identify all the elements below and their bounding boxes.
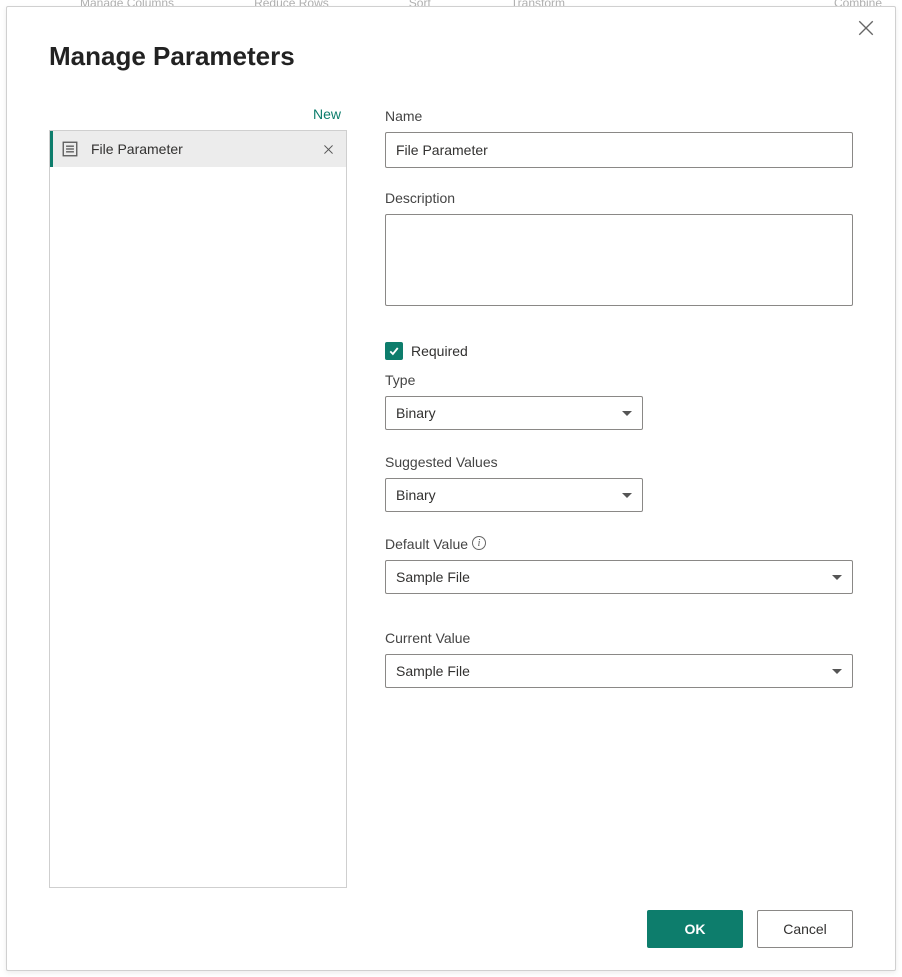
required-checkbox[interactable] xyxy=(385,342,403,360)
chevron-down-icon xyxy=(622,411,632,416)
ok-button[interactable]: OK xyxy=(647,910,743,948)
name-input[interactable] xyxy=(385,132,853,168)
dialog-title: Manage Parameters xyxy=(49,41,895,72)
dialog-footer: OK Cancel xyxy=(7,888,895,970)
parameter-list-pane: New File Parameter xyxy=(49,106,347,888)
cancel-button[interactable]: Cancel xyxy=(757,910,853,948)
chevron-down-icon xyxy=(832,669,842,674)
manage-parameters-dialog: Manage Parameters New File Par xyxy=(6,6,896,971)
parameter-icon xyxy=(61,140,79,158)
description-input[interactable] xyxy=(385,214,853,306)
suggested-values-dropdown[interactable]: Binary xyxy=(385,478,643,512)
suggested-values-label: Suggested Values xyxy=(385,454,853,470)
new-parameter-link[interactable]: New xyxy=(313,106,341,122)
close-icon[interactable] xyxy=(857,19,877,39)
type-dropdown[interactable]: Binary xyxy=(385,396,643,430)
required-label: Required xyxy=(411,343,468,359)
delete-parameter-icon[interactable] xyxy=(314,135,342,163)
description-label: Description xyxy=(385,190,853,206)
type-value: Binary xyxy=(396,405,622,421)
default-value-dropdown[interactable]: Sample File xyxy=(385,560,853,594)
current-value-value: Sample File xyxy=(396,663,832,679)
current-value-label: Current Value xyxy=(385,630,853,646)
default-value-value: Sample File xyxy=(396,569,832,585)
default-value-label: Default Value i xyxy=(385,536,853,552)
current-value-dropdown[interactable]: Sample File xyxy=(385,654,853,688)
parameter-list: File Parameter xyxy=(49,130,347,888)
suggested-values-value: Binary xyxy=(396,487,622,503)
info-icon[interactable]: i xyxy=(472,536,486,550)
parameter-form: Name Description Required Type Binary Su… xyxy=(385,106,853,888)
chevron-down-icon xyxy=(622,493,632,498)
parameter-item-file-parameter[interactable]: File Parameter xyxy=(50,131,346,167)
type-label: Type xyxy=(385,372,853,388)
parameter-item-label: File Parameter xyxy=(91,141,314,157)
name-label: Name xyxy=(385,108,853,124)
chevron-down-icon xyxy=(832,575,842,580)
